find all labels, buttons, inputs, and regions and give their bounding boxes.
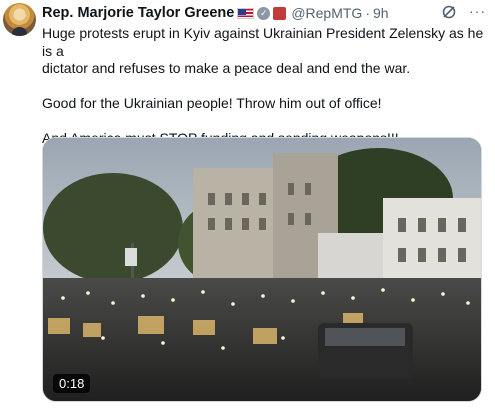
grok-icon[interactable] <box>441 4 457 20</box>
government-badge-icon[interactable] <box>273 6 287 20</box>
tweet-text-line-1: Huge protests erupt in Kyiv against Ukra… <box>42 25 484 59</box>
avatar[interactable] <box>3 3 36 36</box>
tweet-header: Rep. Marjorie Taylor Greene ✓ @RepMTG · … <box>42 4 487 22</box>
tweet[interactable]: Rep. Marjorie Taylor Greene ✓ @RepMTG · … <box>0 0 495 409</box>
author-handle[interactable]: @RepMTG <box>291 5 362 21</box>
author-name[interactable]: Rep. Marjorie Taylor Greene <box>42 5 234 21</box>
street-sign <box>125 248 137 266</box>
tweet-text: Huge protests erupt in Kyiv against Ukra… <box>42 25 492 148</box>
separator-dot: · <box>365 5 370 21</box>
video-frame <box>43 138 481 401</box>
tweet-text-paragraph-2: Good for the Ukrainian people! Throw him… <box>42 95 382 111</box>
verified-badge-icon[interactable]: ✓ <box>257 6 271 20</box>
vehicle-window <box>325 328 405 346</box>
tree <box>43 173 183 283</box>
us-flag-icon <box>237 7 255 19</box>
tweet-text-line-2: dictator and refuses to make a peace dea… <box>42 60 411 76</box>
video-duration: 0:18 <box>53 374 91 393</box>
video-player[interactable]: 0:18 <box>42 137 482 402</box>
timestamp[interactable]: 9h <box>373 5 389 21</box>
more-icon[interactable]: ··· <box>469 4 487 20</box>
